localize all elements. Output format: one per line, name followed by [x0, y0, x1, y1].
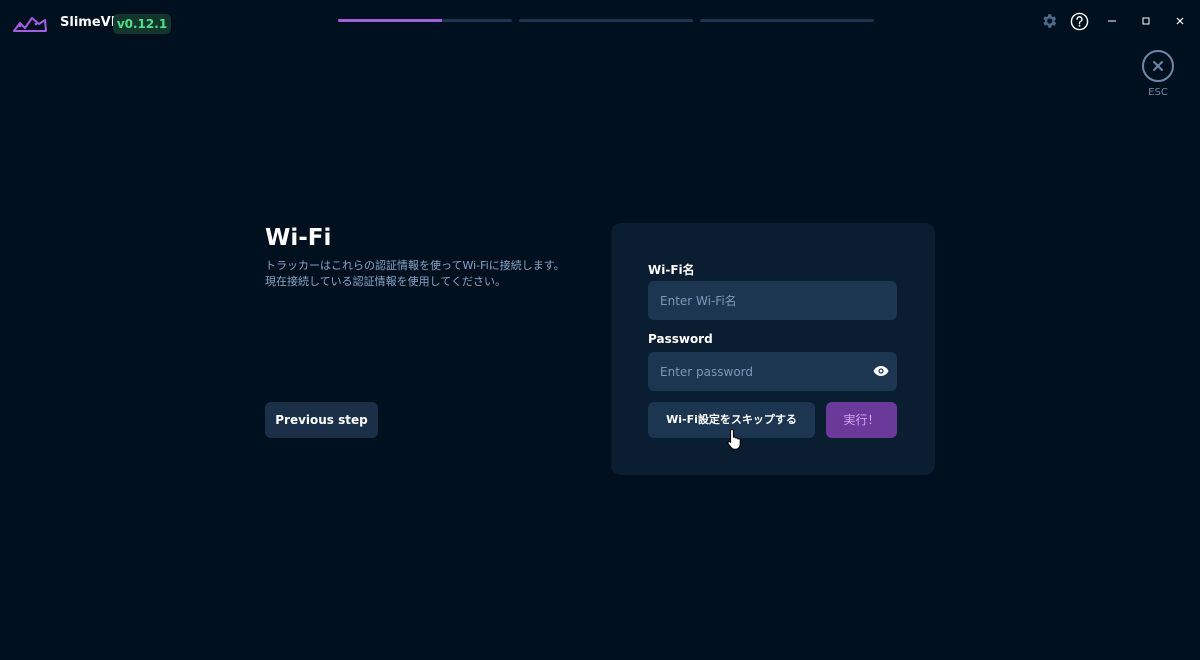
version-badge[interactable]: v0.12.1: [113, 14, 171, 34]
description-line-1: トラッカーはこれらの認証情報を使ってWi-Fiに接続します。: [265, 259, 565, 272]
description-line-2: 現在接続している認証情報を使用してください。: [265, 275, 507, 288]
slimevr-logo-icon: [13, 17, 47, 32]
esc-button[interactable]: ESC: [1138, 50, 1178, 98]
esc-label: ESC: [1148, 87, 1168, 98]
close-icon: [1176, 17, 1184, 25]
question-icon: [1070, 12, 1088, 30]
esc-circle[interactable]: [1142, 50, 1174, 82]
page-title: Wi-Fi: [265, 225, 332, 251]
password-input[interactable]: [648, 352, 897, 391]
eye-icon[interactable]: [873, 365, 889, 377]
maximize-button[interactable]: [1138, 13, 1154, 29]
minimize-icon: [1108, 20, 1116, 22]
hand-cursor-icon: [727, 428, 741, 450]
settings-button[interactable]: [1039, 11, 1059, 31]
close-icon: [1153, 61, 1163, 71]
page-description: トラッカーはこれらの認証情報を使ってWi-Fiに接続します。 現在接続している認…: [265, 258, 595, 290]
progress-step-1: [338, 19, 512, 22]
progress-step-2: [519, 19, 693, 22]
ssid-field-wrapper[interactable]: [648, 281, 897, 320]
wifi-form-card: Wi-Fi名 Password Wi-Fi設定をスキップする 実行！: [611, 223, 935, 475]
progress-step-3: [700, 19, 874, 22]
close-window-button[interactable]: [1172, 13, 1188, 29]
maximize-icon: [1142, 17, 1150, 25]
progress-step-1-fill: [338, 19, 443, 22]
password-label: Password: [648, 332, 713, 346]
minimize-button[interactable]: [1104, 13, 1120, 29]
gear-icon: [1043, 14, 1057, 28]
submit-button[interactable]: 実行！: [826, 402, 897, 438]
title-bar: SlimeVR v0.12.1: [0, 0, 1200, 44]
ssid-input[interactable]: [648, 281, 897, 320]
password-field-wrapper[interactable]: [648, 352, 897, 391]
help-button[interactable]: [1069, 11, 1089, 31]
app-name: SlimeVR: [60, 15, 121, 30]
ssid-label: Wi-Fi名: [648, 263, 695, 277]
previous-step-button[interactable]: Previous step: [265, 402, 378, 438]
